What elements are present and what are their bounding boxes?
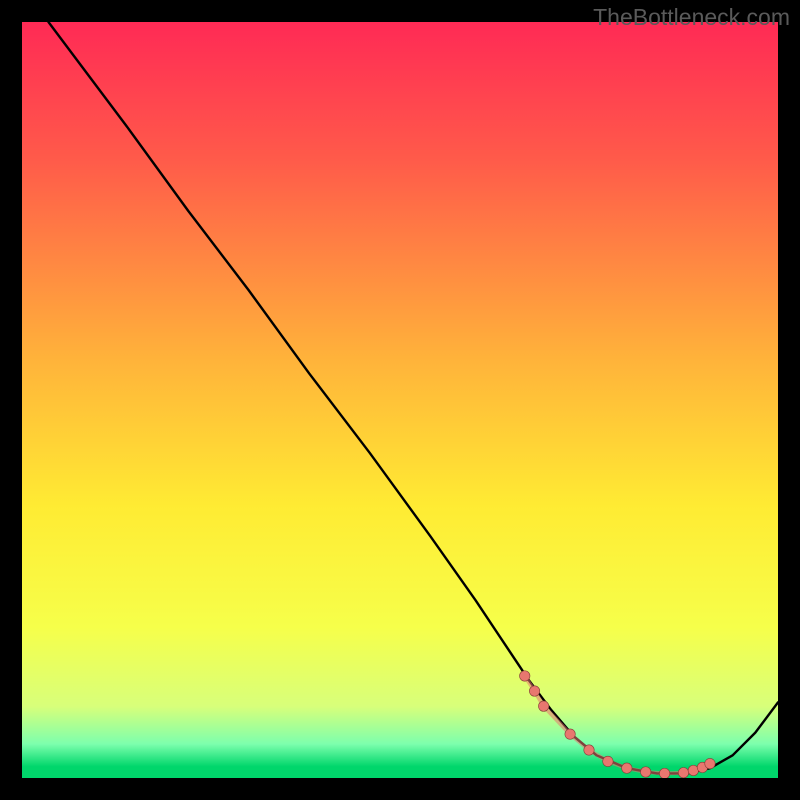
optimum-marker bbox=[705, 758, 715, 768]
optimum-marker bbox=[622, 763, 632, 773]
watermark-text: TheBottleneck.com bbox=[593, 4, 790, 31]
optimum-marker bbox=[565, 729, 575, 739]
optimum-marker bbox=[641, 767, 651, 777]
optimum-marker bbox=[603, 756, 613, 766]
optimum-marker bbox=[520, 671, 530, 681]
optimum-marker bbox=[659, 768, 669, 778]
optimum-marker bbox=[584, 745, 594, 755]
optimum-marker bbox=[538, 701, 548, 711]
optimum-marker bbox=[529, 686, 539, 696]
bottleneck-curve-chart bbox=[22, 22, 778, 778]
plot-area bbox=[22, 22, 778, 778]
optimum-marker bbox=[678, 768, 688, 778]
chart-frame: TheBottleneck.com bbox=[0, 0, 800, 800]
gradient-background bbox=[22, 22, 778, 778]
